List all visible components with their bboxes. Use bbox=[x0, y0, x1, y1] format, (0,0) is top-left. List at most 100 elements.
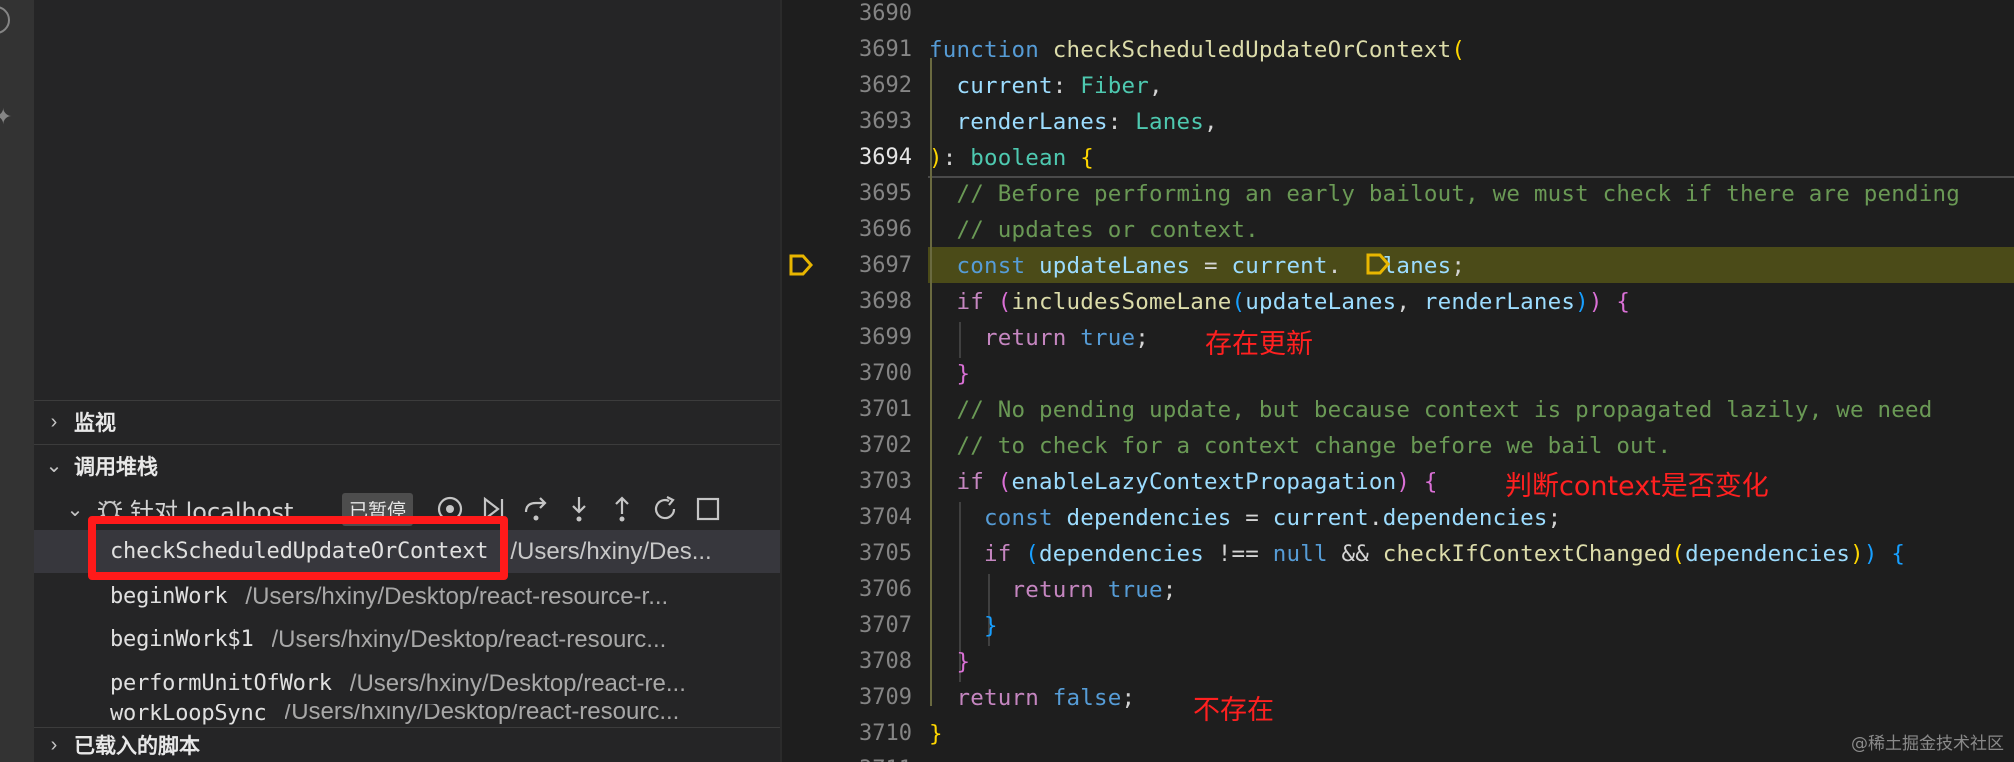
code-line[interactable]: 3703 if (enableLazyContextPropagation) { bbox=[782, 464, 2014, 500]
code-token: = bbox=[1190, 253, 1232, 279]
code-text: // to check for a context change before … bbox=[929, 428, 1672, 464]
line-number: 3691 bbox=[859, 37, 912, 62]
code-token: { bbox=[1423, 469, 1438, 495]
code-token: ( bbox=[1451, 37, 1466, 63]
code-line[interactable]: 3707 } bbox=[782, 608, 2014, 644]
code-text: const dependencies = current.dependencie… bbox=[929, 500, 1561, 536]
code-token: null bbox=[1272, 541, 1328, 567]
code-text: // Before performing an early bailout, w… bbox=[929, 176, 1960, 212]
code-line[interactable]: 3705 if (dependencies !== null && checkI… bbox=[782, 536, 2014, 572]
stack-frame-row[interactable]: beginWork /Users/hxiny/Desktop/react-res… bbox=[34, 575, 780, 618]
breakpoint-icon[interactable] bbox=[788, 253, 814, 277]
stack-frame-row[interactable]: workLoopSync /Users/hxiny/Desktop/react-… bbox=[34, 704, 780, 726]
line-number: 3708 bbox=[859, 649, 912, 674]
code-token: ( bbox=[997, 289, 1012, 315]
code-line[interactable]: 3706 return true; bbox=[782, 572, 2014, 608]
step-into-button[interactable] bbox=[515, 489, 557, 529]
code-line[interactable]: 3708 } bbox=[782, 644, 2014, 680]
code-token: // No pending update, but because contex… bbox=[956, 397, 1933, 423]
code-token: // Before performing an early bailout, w… bbox=[956, 181, 1960, 207]
code-line[interactable]: 3692 current: Fiber, bbox=[782, 68, 2014, 104]
stack-frame-row[interactable]: performUnitOfWork /Users/hxiny/Desktop/r… bbox=[34, 662, 780, 705]
step-into-icon bbox=[524, 497, 547, 521]
code-token: dependencies bbox=[1685, 541, 1851, 567]
line-number: 3700 bbox=[859, 361, 912, 386]
run-debug-icon[interactable] bbox=[0, 6, 10, 34]
code-text: return false; bbox=[929, 680, 1136, 716]
line-number: 3694 bbox=[859, 145, 912, 170]
code-line[interactable]: 3694): boolean { bbox=[782, 140, 2014, 176]
inline-breakpoint-icon[interactable] bbox=[1365, 252, 1391, 276]
code-line[interactable]: 3711 bbox=[782, 752, 2014, 762]
watch-section-title: 监视 bbox=[74, 410, 116, 435]
code-line[interactable]: 3693 renderLanes: Lanes, bbox=[782, 104, 2014, 140]
watch-section-header[interactable]: › 监视 bbox=[34, 400, 780, 442]
code-token: ; bbox=[1547, 505, 1562, 531]
code-token: if bbox=[984, 541, 1026, 567]
code-token: , bbox=[1203, 109, 1218, 135]
code-token: includesSomeLane bbox=[1011, 289, 1232, 315]
code-text: if (enableLazyContextPropagation) { bbox=[929, 464, 1438, 500]
step-down-icon bbox=[572, 497, 586, 522]
code-token: : bbox=[1107, 109, 1136, 135]
line-number: 3703 bbox=[859, 469, 912, 494]
code-text: // No pending update, but because contex… bbox=[929, 392, 1933, 428]
code-text: // updates or context. bbox=[929, 212, 1259, 248]
stack-frame-row[interactable]: beginWork$1 /Users/hxiny/Desktop/react-r… bbox=[34, 618, 780, 661]
code-line[interactable]: 3697 const updateLanes = current. lanes; bbox=[782, 248, 2014, 284]
code-token: renderLanes bbox=[1423, 289, 1576, 315]
code-editor[interactable]: 3690 3691 function checkScheduledUpdateOrC… bbox=[782, 0, 2014, 762]
code-token: { bbox=[1616, 289, 1631, 315]
code-line[interactable]: 3704 const dependencies = current.depend… bbox=[782, 500, 2014, 536]
extensions-icon[interactable]: ✦ bbox=[0, 106, 12, 128]
stack-frame-path: /Users/hxiny/Desktop/react-re... bbox=[349, 669, 686, 697]
code-line[interactable]: 3702 // to check for a context change be… bbox=[782, 428, 2014, 464]
code-token: current bbox=[1272, 505, 1369, 531]
line-number: 3704 bbox=[859, 505, 912, 530]
code-line[interactable]: 3699 return true; bbox=[782, 320, 2014, 356]
code-text: } bbox=[929, 608, 998, 644]
code-text: return true; bbox=[929, 320, 1149, 356]
restart-button[interactable] bbox=[644, 489, 686, 529]
code-token: dependencies bbox=[1382, 505, 1548, 531]
code-token: dependencies bbox=[1039, 541, 1204, 567]
code-line[interactable]: 3691 function checkScheduledUpdateOrConte… bbox=[782, 32, 2014, 68]
stack-frame-path: /Users/hxiny/Desktop/react-resourc... bbox=[284, 704, 680, 725]
code-line[interactable]: 3696 // updates or context. bbox=[782, 212, 2014, 248]
code-token: updateLanes bbox=[1245, 289, 1397, 315]
loaded-scripts-section-header[interactable]: › 已载入的脚本 bbox=[34, 727, 780, 762]
code-token: ) bbox=[929, 145, 943, 171]
code-token: !== bbox=[1203, 541, 1273, 567]
line-number: 3707 bbox=[859, 613, 912, 638]
call-stack-section-header[interactable]: ⌄ 调用堆栈 bbox=[34, 444, 780, 486]
code-line[interactable]: 3690 bbox=[782, 0, 2014, 32]
code-line[interactable]: 3698 if (includesSomeLane(updateLanes, r… bbox=[782, 284, 2014, 320]
step-down-button[interactable] bbox=[558, 489, 600, 529]
code-token: ; bbox=[1121, 685, 1136, 711]
code-text: current: Fiber, bbox=[929, 68, 1163, 104]
code-token: ) bbox=[1575, 289, 1589, 315]
code-line[interactable]: 3695 // Before performing an early bailo… bbox=[782, 176, 2014, 212]
line-number: 3701 bbox=[859, 397, 912, 422]
code-line[interactable]: 3709 return false; bbox=[782, 680, 2014, 716]
line-number: 3693 bbox=[859, 109, 912, 134]
code-line[interactable]: 3710} bbox=[782, 716, 2014, 752]
step-out-button[interactable] bbox=[601, 489, 643, 529]
code-line[interactable]: 3701 // No pending update, but because c… bbox=[782, 392, 2014, 428]
code-token: Lanes bbox=[1135, 109, 1204, 135]
stop-button[interactable] bbox=[687, 489, 729, 529]
code-text: if (dependencies !== null && checkIfCont… bbox=[929, 536, 1905, 572]
code-token: Fiber bbox=[1080, 73, 1149, 99]
code-token: return bbox=[1011, 577, 1108, 603]
annotation-context-check: 判断context是否变化 bbox=[1505, 471, 1769, 502]
code-line[interactable]: 3700 } bbox=[782, 356, 2014, 392]
